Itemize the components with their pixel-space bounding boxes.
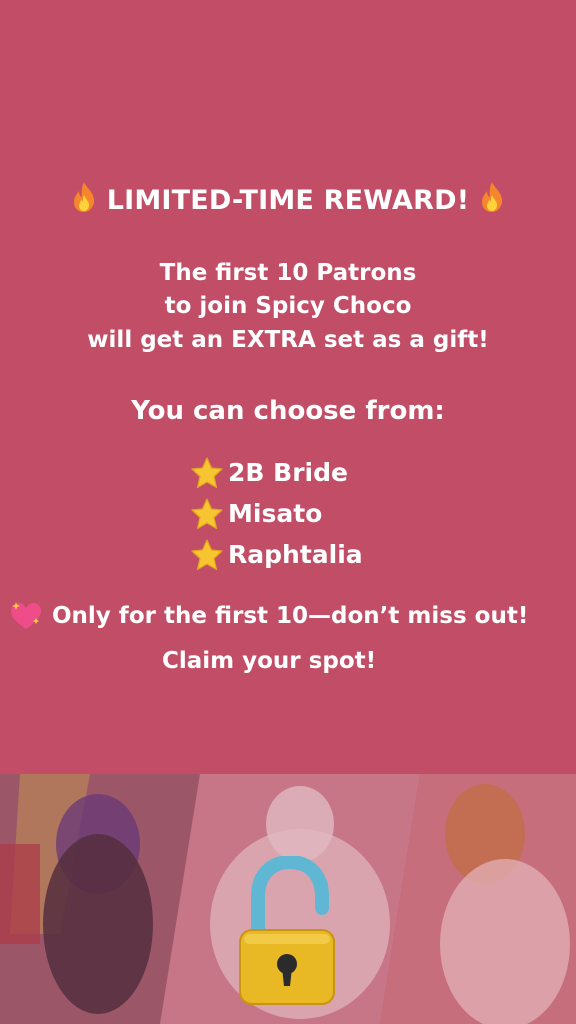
headline: LIMITED-TIME REWARD! (0, 181, 576, 216)
option-label: Misato (228, 499, 323, 528)
option-item: Raphtalia (190, 534, 363, 575)
intro-line: The first 10 Patrons (159, 260, 417, 286)
claim-text: Claim your spot! (162, 648, 377, 674)
intro-line: to join Spicy Choco (164, 293, 412, 320)
option-list: 2B Bride Misato Raphtalia (190, 452, 363, 575)
option-item: Misato (190, 493, 363, 534)
intro-text: The first 10 Patrons to join Spicy Choco… (0, 257, 576, 357)
fire-icon (481, 182, 502, 212)
headline-text: LIMITED-TIME REWARD! (106, 185, 470, 216)
option-label: 2B Bride (228, 458, 348, 487)
promo-card: LIMITED-TIME REWARD! The first 10 Patron… (0, 0, 576, 1024)
warning-line: Only for the first 10—don’t miss out! (8, 600, 528, 632)
choose-label: You can choose from: (131, 396, 445, 426)
option-label: Raphtalia (228, 540, 363, 569)
sparkling-heart-icon (11, 602, 41, 629)
unlocked-padlock-icon (239, 856, 335, 1005)
option-item: 2B Bride (190, 452, 363, 493)
star-icon (191, 456, 223, 488)
star-icon (191, 497, 223, 529)
fire-icon (74, 182, 95, 212)
star-icon (191, 538, 223, 570)
intro-line: will get an EXTRA set as a gift! (87, 326, 489, 353)
warning-text: Only for the first 10—don’t miss out! (52, 603, 529, 629)
